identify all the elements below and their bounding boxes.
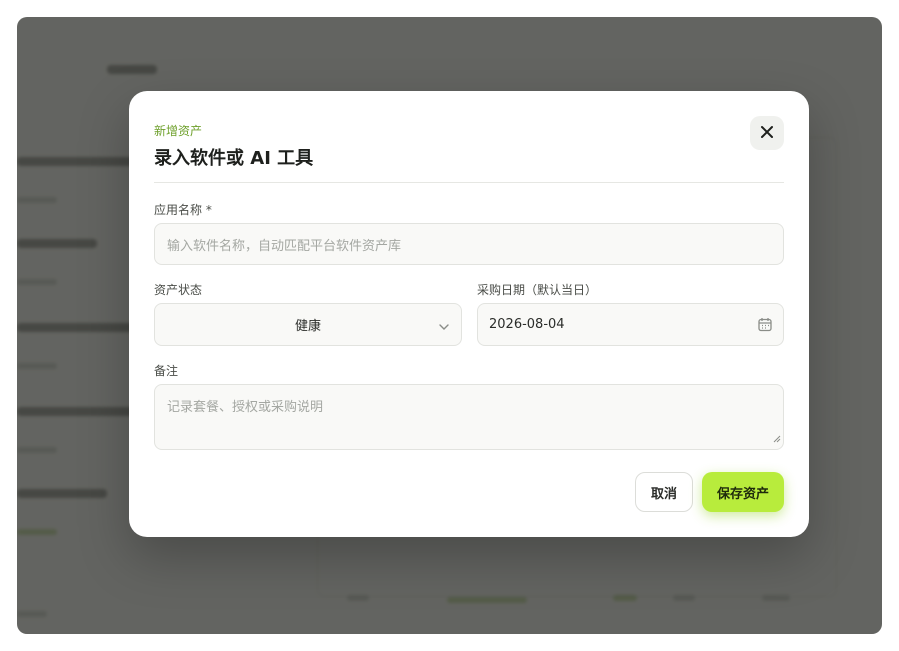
chevron-down-icon xyxy=(439,320,449,335)
app-name-input[interactable]: 输入软件名称，自动匹配平台软件资产库 xyxy=(154,223,784,265)
notes-placeholder: 记录套餐、授权或采购说明 xyxy=(167,400,324,415)
status-value: 健康 xyxy=(294,319,321,334)
resize-handle-icon[interactable] xyxy=(773,432,781,447)
notes-textarea[interactable]: 记录套餐、授权或采购说明 xyxy=(154,384,784,450)
header-divider xyxy=(154,182,784,183)
save-asset-button[interactable]: 保存资产 xyxy=(702,472,784,512)
status-select[interactable]: 健康 xyxy=(154,303,462,346)
add-asset-dialog: 新增资产 录入软件或 AI 工具 应用名称 * 输入软件名称，自动匹配平台软件资… xyxy=(129,91,809,537)
close-button[interactable] xyxy=(750,116,784,150)
date-value: 2026-08-04 xyxy=(489,317,565,332)
purchase-date-input[interactable]: 2026-08-04 xyxy=(477,303,784,346)
calendar-icon[interactable] xyxy=(758,317,772,336)
dialog-eyebrow: 新增资产 xyxy=(154,124,203,138)
close-icon xyxy=(760,124,774,143)
date-label: 采购日期（默认当日） xyxy=(477,283,598,297)
app-name-placeholder: 输入软件名称，自动匹配平台软件资产库 xyxy=(167,238,402,254)
status-label: 资产状态 xyxy=(154,283,203,297)
cancel-button[interactable]: 取消 xyxy=(635,472,693,512)
notes-label: 备注 xyxy=(154,364,179,378)
dialog-title: 录入软件或 AI 工具 xyxy=(154,148,314,169)
app-name-label: 应用名称 * xyxy=(154,203,212,217)
